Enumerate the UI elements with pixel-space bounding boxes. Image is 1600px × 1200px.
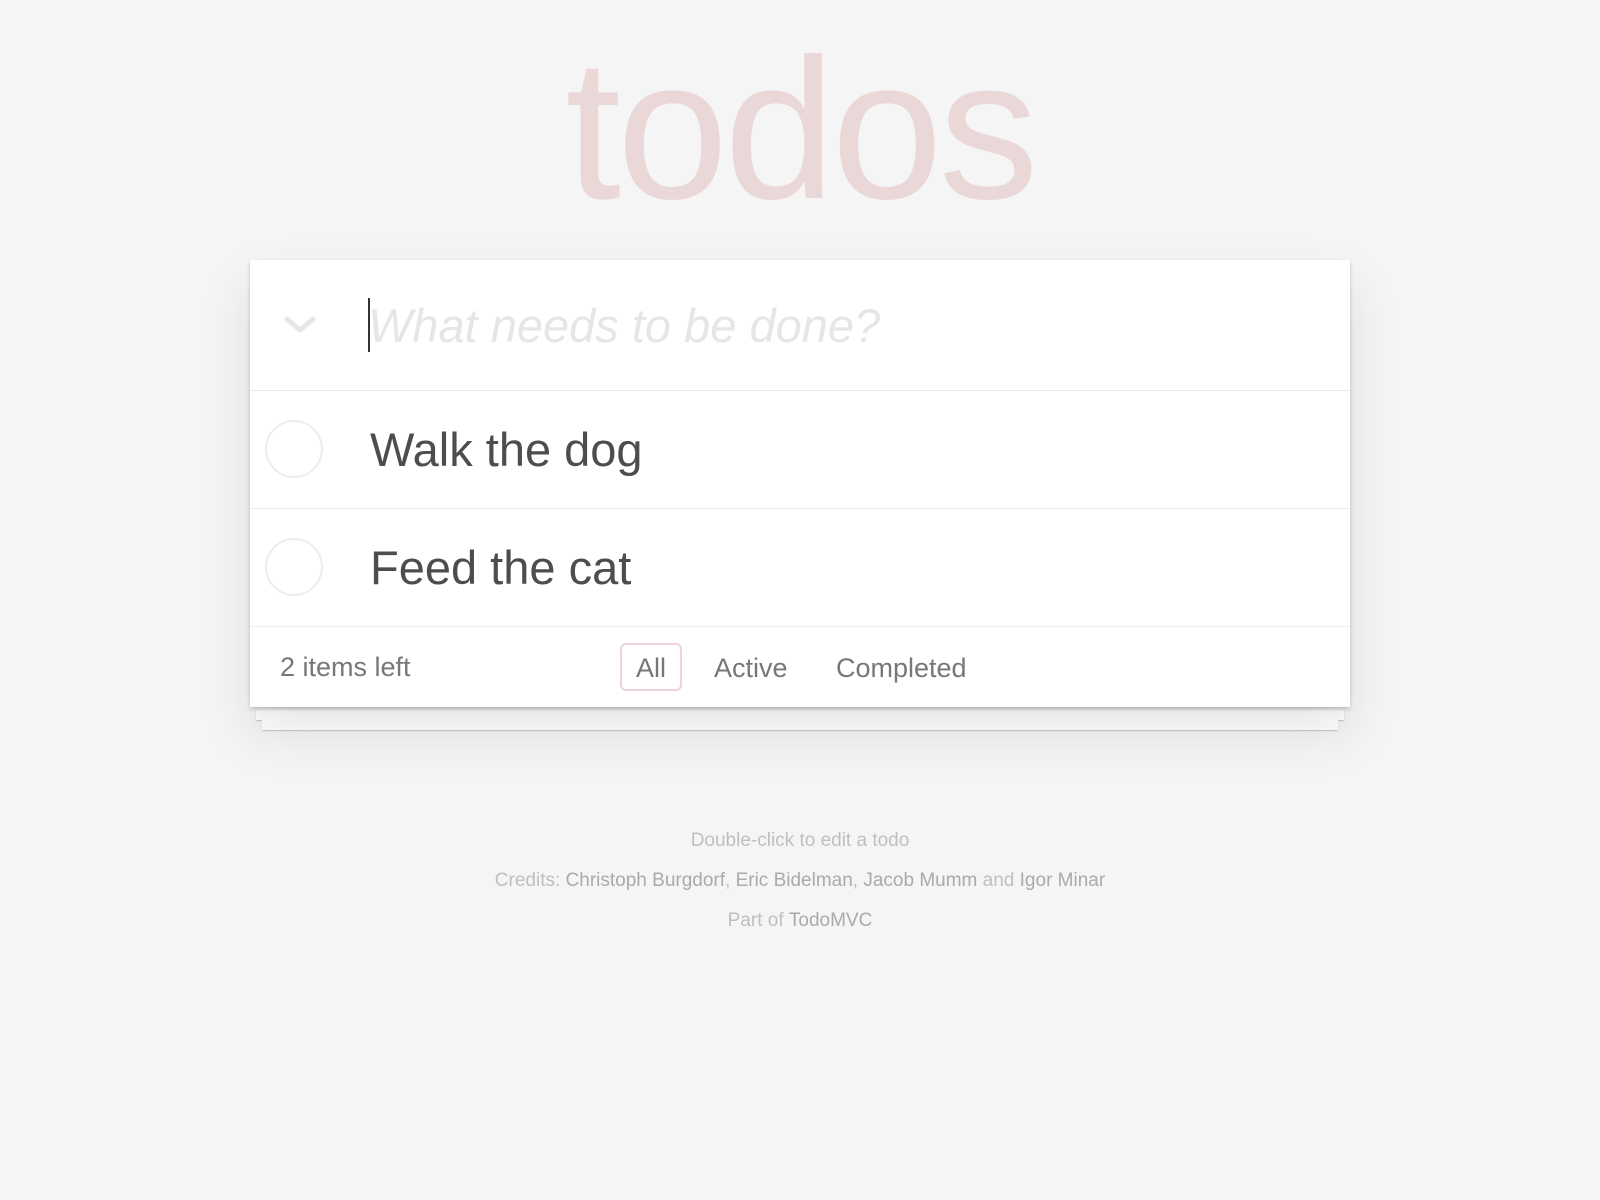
text-caret bbox=[368, 298, 370, 352]
todo-item[interactable]: Feed the cat bbox=[250, 509, 1350, 627]
part-of-prefix: Part of bbox=[727, 910, 789, 931]
todo-footer: 2 items left All Active Completed bbox=[250, 627, 1350, 707]
todo-card: Walk the dog Feed the cat 2 items left A… bbox=[250, 260, 1350, 707]
todo-label[interactable]: Walk the dog bbox=[370, 421, 643, 479]
todomvc-link[interactable]: TodoMVC bbox=[789, 910, 872, 931]
part-of-line: Part of TodoMVC bbox=[0, 910, 1600, 932]
toggle-all-button[interactable] bbox=[280, 300, 320, 350]
stack-shadow-layer bbox=[262, 720, 1338, 730]
credits-and: and bbox=[977, 870, 1020, 891]
credits-line: Credits: Christoph Burgdorf, Eric Bidelm… bbox=[0, 870, 1600, 892]
credit-link-christoph[interactable]: Christoph Burgdorf bbox=[566, 870, 725, 891]
chevron-down-icon bbox=[284, 316, 316, 333]
todo-label[interactable]: Feed the cat bbox=[370, 539, 631, 597]
todo-app: Walk the dog Feed the cat 2 items left A… bbox=[250, 260, 1350, 730]
credits-separator: , bbox=[725, 870, 736, 891]
info-footer: Double-click to edit a todo Credits: Chr… bbox=[0, 830, 1600, 950]
items-left-count: 2 items left bbox=[280, 652, 411, 682]
filter-completed[interactable]: Completed bbox=[820, 643, 983, 691]
credit-link-jacob[interactable]: Jacob Mumm bbox=[863, 870, 977, 891]
new-todo-input[interactable] bbox=[368, 290, 1308, 360]
edit-hint: Double-click to edit a todo bbox=[690, 830, 910, 851]
new-todo-row bbox=[250, 260, 1350, 391]
todo-toggle-checkbox[interactable] bbox=[265, 538, 323, 596]
filter-all[interactable]: All bbox=[620, 643, 683, 691]
filter-active[interactable]: Active bbox=[698, 643, 804, 691]
stack-shadow-layer bbox=[256, 710, 1344, 720]
todo-toggle-checkbox[interactable] bbox=[265, 420, 323, 478]
app-title: todos bbox=[565, 18, 1038, 241]
credit-link-igor[interactable]: Igor Minar bbox=[1020, 870, 1106, 891]
todo-item[interactable]: Walk the dog bbox=[250, 391, 1350, 509]
credits-separator: , bbox=[852, 870, 864, 891]
credit-link-eric[interactable]: Eric Bidelman bbox=[736, 870, 853, 891]
credits-prefix: Credits: bbox=[494, 870, 566, 891]
